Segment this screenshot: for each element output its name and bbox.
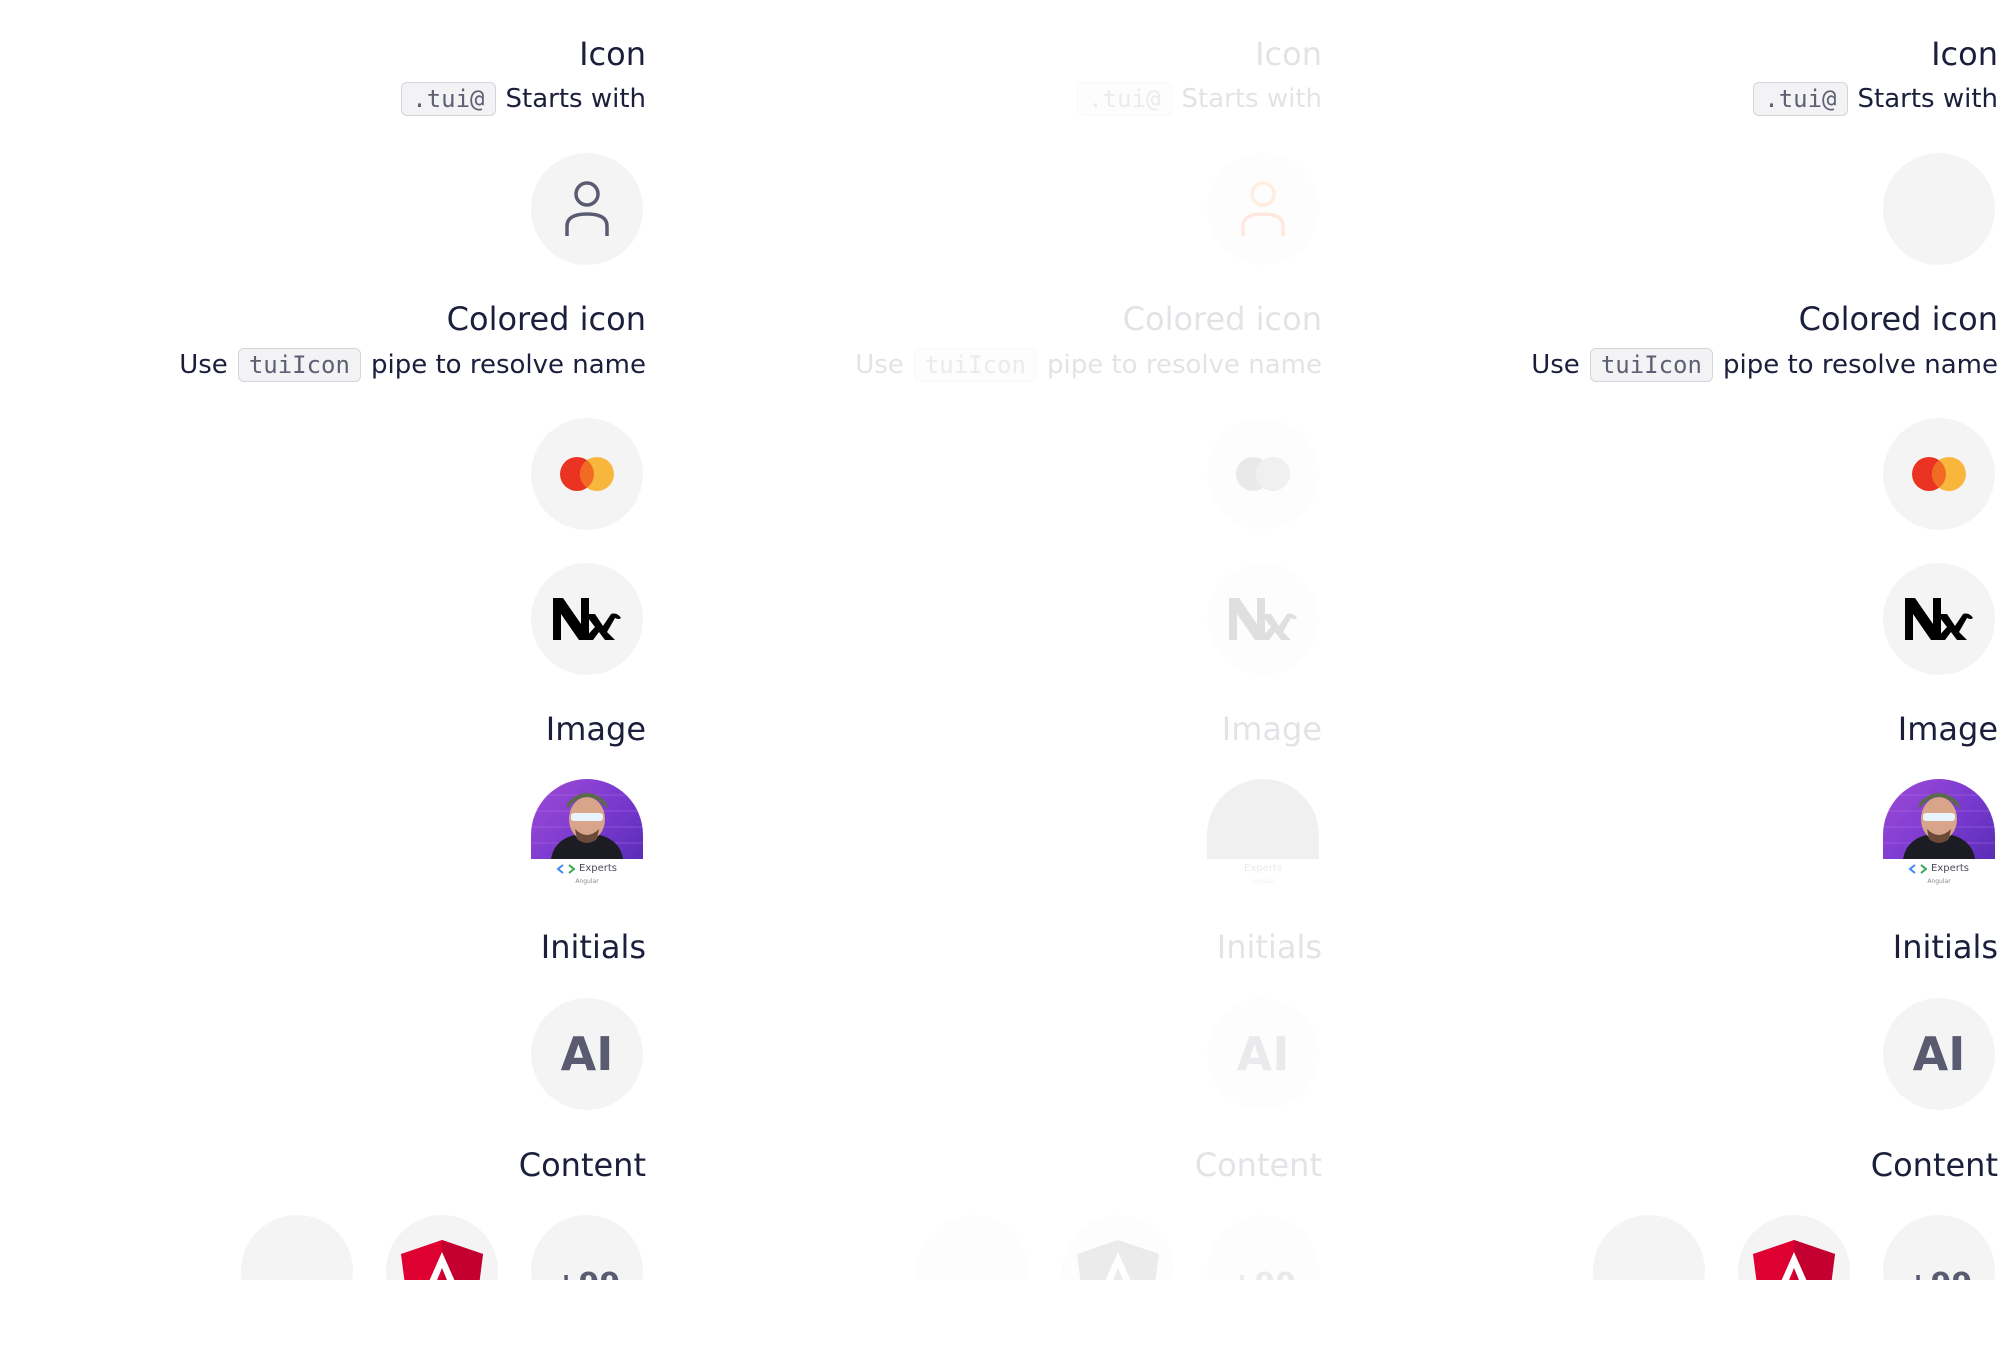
avatar-initials: AI [1883, 998, 1995, 1110]
badge-subtext: Angular [575, 878, 599, 885]
experts-badge: Experts [531, 863, 643, 874]
desc-text: Use [179, 350, 228, 380]
desc-text: Starts with [505, 84, 647, 114]
badge-subtext: Angular [1251, 878, 1275, 885]
avatar-image: Experts Angular [1883, 779, 1995, 891]
user-icon [565, 181, 609, 236]
experts-badge: Experts [1883, 863, 1995, 874]
avatar-colored [531, 418, 643, 530]
avatar-colored [1207, 418, 1319, 530]
section-title-colored: Colored icon [1798, 300, 1998, 338]
desc-text: pipe to resolve name [1046, 350, 1322, 380]
desc-text: Starts with [1181, 84, 1323, 114]
avatar-initials: AI [1207, 998, 1319, 1110]
section-desc-colored: Use tuiIcon pipe to resolve name [855, 348, 1322, 382]
section-title-icon: Icon [1931, 35, 1998, 73]
section-desc-icon: .tui@ Starts with [401, 82, 646, 116]
section-title-colored: Colored icon [1122, 300, 1322, 338]
badge-text: Experts [1244, 863, 1282, 874]
desc-text: Use [855, 350, 904, 380]
counter-text: +99 [1906, 1267, 1973, 1280]
desc-text: pipe to resolve name [370, 350, 646, 380]
initials-text: AI [560, 1027, 614, 1081]
avatar-angular [386, 1215, 498, 1280]
section-title-image: Image [1897, 710, 1998, 748]
initials-text: AI [1236, 1027, 1290, 1081]
avatar-empty [1593, 1215, 1705, 1280]
avatar-column-disabled: Icon .tui@ Starts with Colored icon Use … [676, 0, 1322, 1280]
section-title-colored: Colored icon [446, 300, 646, 338]
badge-text: Experts [1931, 863, 1969, 874]
code-chip: tuiIcon [913, 348, 1037, 382]
section-title-initials: Initials [1892, 928, 1998, 966]
avatar-colored [1883, 418, 1995, 530]
user-icon [1241, 181, 1285, 236]
desc-text: Starts with [1857, 84, 1999, 114]
nx-logo-icon [553, 598, 621, 640]
profile-photo [531, 779, 643, 859]
avatar-counter: +99 [531, 1215, 643, 1280]
avatar-empty [241, 1215, 353, 1280]
section-title-image: Image [1221, 710, 1322, 748]
avatar-icon [1207, 153, 1319, 265]
experts-badge: Experts [1207, 863, 1319, 874]
section-title-content: Content [1194, 1146, 1322, 1184]
avatar-icon-empty [1883, 153, 1995, 265]
avatar-image: Experts Angular [531, 779, 643, 891]
profile-photo [1207, 779, 1319, 859]
section-title-initials: Initials [1216, 928, 1322, 966]
avatar-angular [1062, 1215, 1174, 1280]
code-chip: tuiIcon [237, 348, 361, 382]
section-desc-colored: Use tuiIcon pipe to resolve name [1531, 348, 1998, 382]
counter-text: +99 [1230, 1267, 1297, 1280]
nx-logo-icon [1905, 598, 1973, 640]
initials-text: AI [1912, 1027, 1966, 1081]
angular-icon [401, 1240, 483, 1280]
code-chip: .tui@ [401, 82, 496, 116]
mastercard-icon [560, 457, 614, 491]
profile-photo [1883, 779, 1995, 859]
desc-text: Use [1531, 350, 1580, 380]
avatar-nx [531, 563, 643, 675]
avatar-initials: AI [531, 998, 643, 1110]
mastercard-icon [1912, 457, 1966, 491]
section-desc-colored: Use tuiIcon pipe to resolve name [179, 348, 646, 382]
mastercard-icon [1236, 457, 1290, 491]
desc-text: pipe to resolve name [1722, 350, 1998, 380]
angular-icon [1753, 1240, 1835, 1280]
avatar-column-default: Icon .tui@ Starts with Colored icon Use … [0, 0, 646, 1280]
nx-logo-icon [1229, 598, 1297, 640]
avatar-empty [917, 1215, 1029, 1280]
counter-text: +99 [554, 1267, 621, 1280]
avatar-image: Experts Angular [1207, 779, 1319, 891]
code-chip: .tui@ [1753, 82, 1848, 116]
avatar-icon [531, 153, 643, 265]
code-brackets-icon [557, 863, 575, 874]
code-chip: tuiIcon [1589, 348, 1713, 382]
badge-text: Experts [579, 863, 617, 874]
badge-subtext: Angular [1927, 878, 1951, 885]
avatar-nx [1207, 563, 1319, 675]
avatar-column-alt: Icon .tui@ Starts with Colored icon Use … [1352, 0, 1998, 1280]
section-title-content: Content [518, 1146, 646, 1184]
section-desc-icon: .tui@ Starts with [1077, 82, 1322, 116]
code-chip: .tui@ [1077, 82, 1172, 116]
avatar-nx [1883, 563, 1995, 675]
section-title-image: Image [545, 710, 646, 748]
section-title-icon: Icon [579, 35, 646, 73]
section-desc-icon: .tui@ Starts with [1753, 82, 1998, 116]
avatar-counter: +99 [1883, 1215, 1995, 1280]
avatar-angular [1738, 1215, 1850, 1280]
section-title-initials: Initials [540, 928, 646, 966]
avatar-counter: +99 [1207, 1215, 1319, 1280]
angular-icon [1077, 1240, 1159, 1280]
section-title-icon: Icon [1255, 35, 1322, 73]
section-title-content: Content [1870, 1146, 1998, 1184]
code-brackets-icon [1909, 863, 1927, 874]
